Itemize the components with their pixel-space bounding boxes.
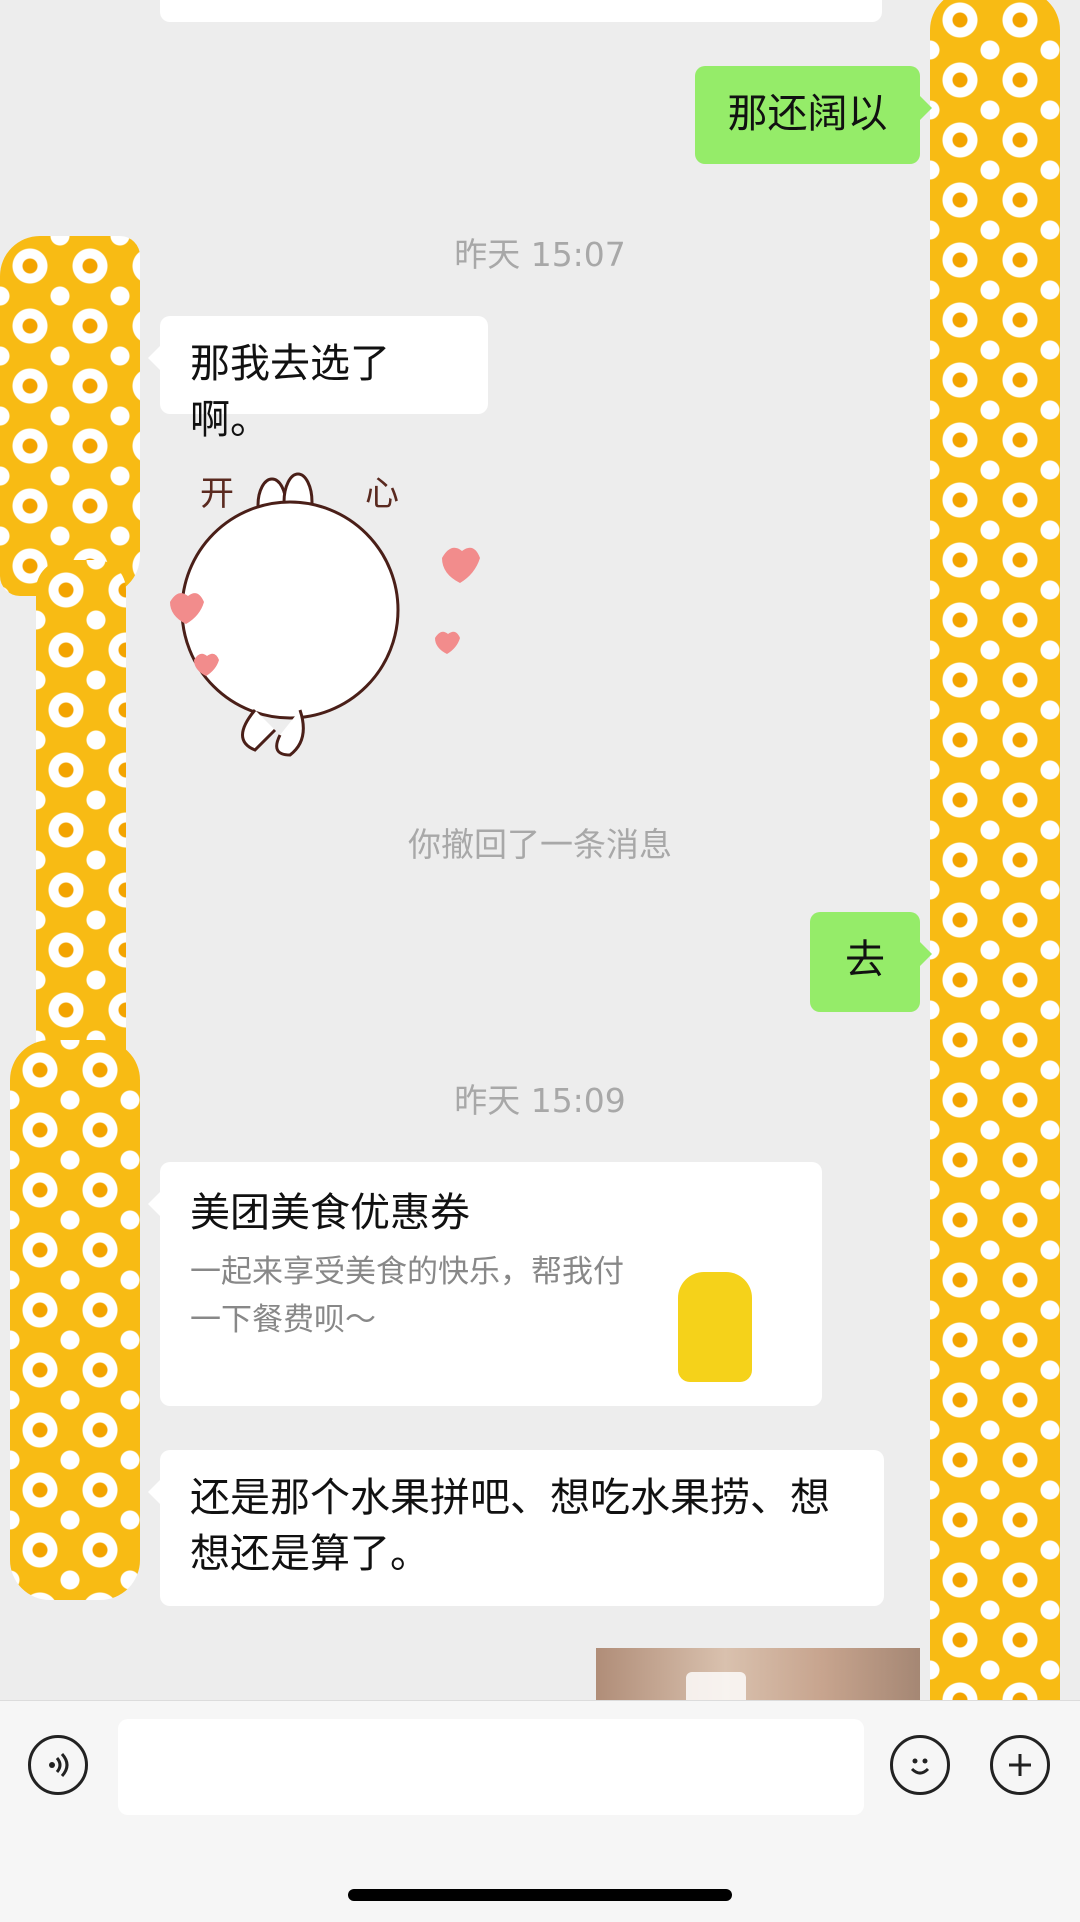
emoji-icon [910,1758,930,1775]
image-message-preview[interactable] [596,1648,920,1700]
voice-button[interactable] [28,1735,88,1795]
sent-message-bubble-2[interactable]: 去 [810,912,932,1012]
received-message-bubble-2[interactable]: 还是那个水果拼吧、想吃水果捞、想想还是算了。 [148,1450,884,1606]
sticker-bunny[interactable]: 开 心 [160,460,490,770]
previous-message-bubble[interactable] [160,0,882,22]
voice-icon [49,1752,69,1778]
left-avatar-pattern-lower[interactable] [10,1040,140,1600]
coupon-thumbnail-icon [678,1272,752,1382]
received-message-text-2: 还是那个水果拼吧、想吃水果捞、想想还是算了。 [190,1475,830,1577]
timestamp-2: 昨天 15:09 [454,1081,626,1120]
sticker-text-right: 心 [365,474,399,514]
plus-icon [1009,1754,1031,1776]
received-message-bubble[interactable]: 那我去选了啊。 [148,316,488,443]
coupon-description: 一起来享受美食的快乐，帮我付一下餐费呗～ [190,1254,624,1338]
emoji-button[interactable] [890,1735,950,1795]
plus-button[interactable] [990,1735,1050,1795]
timestamp: 昨天 15:07 [454,235,626,274]
home-indicator[interactable] [348,1889,732,1901]
message-input[interactable] [118,1719,864,1815]
left-avatar-pattern[interactable] [0,236,140,596]
sticker-text-left: 开 [200,474,234,514]
coupon-title: 美团美食优惠券 [190,1190,470,1236]
sent-message-text: 那还阔以 [727,91,888,137]
sent-message-text-2: 去 [845,937,885,983]
right-avatar-pattern[interactable] [930,0,1060,1921]
sent-message-bubble[interactable]: 那还阔以 [695,66,932,164]
recall-notice: 你撤回了一条消息 [408,825,672,864]
received-message-text: 那我去选了啊。 [190,341,390,443]
coupon-card[interactable]: 美团美食优惠券 一起来享受美食的快乐，帮我付一下餐费呗～ [148,1162,822,1406]
bunny-sticker-icon: 开 心 [170,472,480,757]
